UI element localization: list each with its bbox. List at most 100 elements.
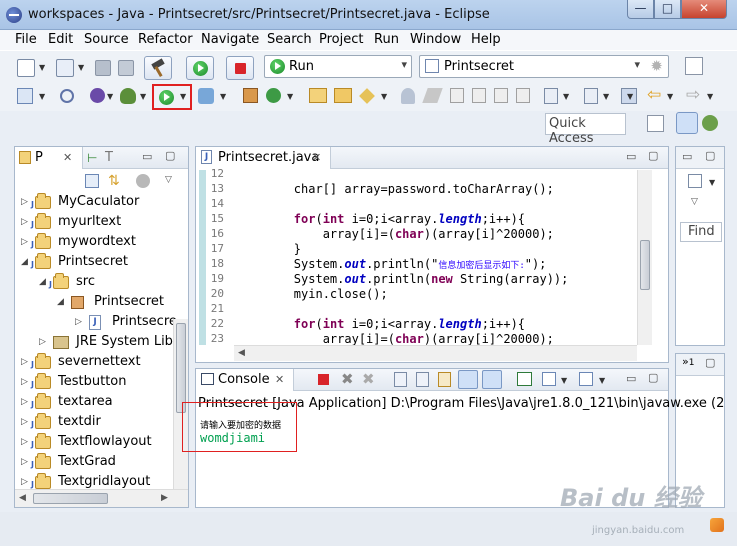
pin-console-icon[interactable] [517,372,532,386]
collapsed-twistie-icon[interactable]: ▷ [21,397,28,407]
tab-type-hierarchy[interactable]: T [105,150,113,165]
code-line[interactable]: 21 [196,302,636,317]
debug-dropdown-icon[interactable]: ▼ [140,92,146,101]
tree-item[interactable]: ▷ JRE System Libra [39,333,189,353]
menu-project[interactable]: Project [319,32,363,47]
gear-icon[interactable]: ✹ [650,57,663,75]
scroll-lock-icon[interactable] [416,372,429,387]
new-package-icon[interactable] [243,88,258,103]
debug-config-icon[interactable] [90,88,105,103]
maximize-button[interactable]: □ [654,0,681,19]
find-field[interactable]: Find [680,222,722,242]
collapsed-twistie-icon[interactable]: ▷ [21,357,28,367]
menu-window[interactable]: Window [410,32,461,47]
collapsed-twistie-icon[interactable]: ▷ [39,337,46,347]
tree-item[interactable]: ◢ src [39,273,189,293]
window-icon[interactable] [17,88,33,104]
new-project-icon[interactable] [56,59,74,77]
new-dropdown-icon[interactable]: ▼ [39,63,45,72]
menu-search[interactable]: Search [267,32,312,47]
expanded-twistie-icon[interactable]: ◢ [39,277,46,287]
tree-item[interactable]: ▷ severnettext [21,353,171,373]
close-icon[interactable]: ✕ [63,151,72,164]
show-stdout-icon[interactable] [458,370,478,389]
close-icon[interactable]: ✕ [275,373,284,386]
code-line[interactable]: 20 myin.close(); [196,287,636,302]
new-class-dropdown-icon[interactable]: ▼ [287,92,293,101]
build-hammer-icon[interactable] [144,56,172,80]
tree-item[interactable]: ◢ Printsecret [21,253,171,273]
last-edit-dropdown-icon[interactable]: ▼ [627,92,633,101]
minimize-outline-icon[interactable]: ▭ [682,150,692,163]
tree-item[interactable]: ▷ myurltext [21,213,171,233]
tab-count-icon[interactable]: »1 [682,355,694,368]
terminate-icon[interactable] [318,374,329,385]
menu-run[interactable]: Run [374,32,399,47]
show-pilcrow-icon[interactable] [516,88,530,103]
code-line[interactable]: 15 for(int i=0;i<array.length;i++){ [196,212,636,227]
search-pencil-icon[interactable] [359,88,375,104]
search-dropdown-icon[interactable]: ▼ [381,92,387,101]
block-select-icon[interactable] [472,88,486,103]
tree-item[interactable]: ▷ Testbutton [21,373,171,393]
new-task-icon[interactable] [688,174,702,188]
minimize-console-icon[interactable]: ▭ [626,372,636,385]
word-wrap-icon[interactable] [438,372,451,387]
expanded-twistie-icon[interactable]: ◢ [57,297,64,307]
display-console-dropdown-icon[interactable]: ▼ [561,376,567,385]
collapsed-twistie-icon[interactable]: ▷ [21,377,28,387]
show-stderr-icon[interactable] [482,370,502,389]
menu-edit[interactable]: Edit [48,32,73,47]
toggle-mark-icon[interactable] [450,88,464,103]
debug-perspective-icon[interactable] [702,115,718,131]
next-annotation-icon[interactable] [544,88,558,104]
maximize-side-icon[interactable]: ▢ [705,356,715,369]
next-annotation-dropdown-icon[interactable]: ▼ [563,92,569,101]
editor-vertical-scrollbar[interactable] [637,170,652,345]
editor-scroll-thumb[interactable] [640,240,650,290]
new-task-dropdown-icon[interactable]: ▼ [709,178,715,187]
outline-view-menu-icon[interactable]: ▽ [691,197,698,207]
editor-horizontal-scrollbar[interactable]: ◀ [234,345,637,361]
code-line[interactable]: 18 System.out.println("信息加密后显示如下:"); [196,257,636,272]
view-menu-icon[interactable]: ▽ [165,175,172,185]
code-line[interactable]: 14 [196,197,636,212]
forward-arrow-icon[interactable]: ⇨ [686,85,700,105]
whitespace-icon[interactable] [494,88,508,103]
menu-navigate[interactable]: Navigate [201,32,259,47]
collapsed-twistie-icon[interactable]: ▷ [21,457,28,467]
resume-icon[interactable] [186,56,214,80]
feed-icon[interactable] [710,518,724,532]
minimize-editor-icon[interactable]: ▭ [626,150,636,163]
tree-item[interactable]: ▷ mywordtext [21,233,171,253]
code-line[interactable]: 16 array[i]=(char)(array[i]^20000); [196,227,636,242]
tree-item[interactable]: ◢ Printsecret [57,293,207,313]
collapsed-twistie-icon[interactable]: ▷ [21,217,28,227]
scroll-left-icon[interactable]: ◀ [238,348,245,358]
tab-printsecret-java[interactable]: J Printsecret.java ✕ [196,147,331,169]
filter-icon[interactable] [136,174,150,188]
collapsed-twistie-icon[interactable]: ▷ [75,317,82,327]
open-console-dropdown-icon[interactable]: ▼ [599,376,605,385]
back-arrow-icon[interactable]: ⇦ [647,85,661,105]
new-class-icon[interactable] [266,88,281,103]
new-project-dropdown-icon[interactable]: ▼ [78,63,84,72]
remove-all-icon[interactable]: ✖ [362,370,375,388]
open-type-icon[interactable] [309,88,327,103]
perspective-icon[interactable] [685,57,703,75]
tree-item[interactable]: ▷ textarea [21,393,171,413]
code-line[interactable]: 12 [196,167,636,182]
maximize-outline-icon[interactable]: ▢ [705,149,715,162]
menu-source[interactable]: Source [84,32,129,47]
code-line[interactable]: 22 for(int i=0;i<array.length;i++){ [196,317,636,332]
window-dropdown-icon[interactable]: ▼ [39,92,45,101]
debug-config-dropdown-icon[interactable]: ▼ [107,92,113,101]
close-icon[interactable]: ✕ [312,151,321,164]
minimize-view-icon[interactable]: ▭ [142,150,152,163]
code-line[interactable]: 19 System.out.println(new String(array))… [196,272,636,287]
menu-help[interactable]: Help [471,32,501,47]
scroll-right-icon[interactable]: ▶ [161,493,168,503]
terminate-icon[interactable] [226,56,254,80]
tree-horizontal-scrollbar[interactable]: ◀ ▶ [15,489,188,507]
coverage-dropdown-icon[interactable]: ▼ [220,92,226,101]
